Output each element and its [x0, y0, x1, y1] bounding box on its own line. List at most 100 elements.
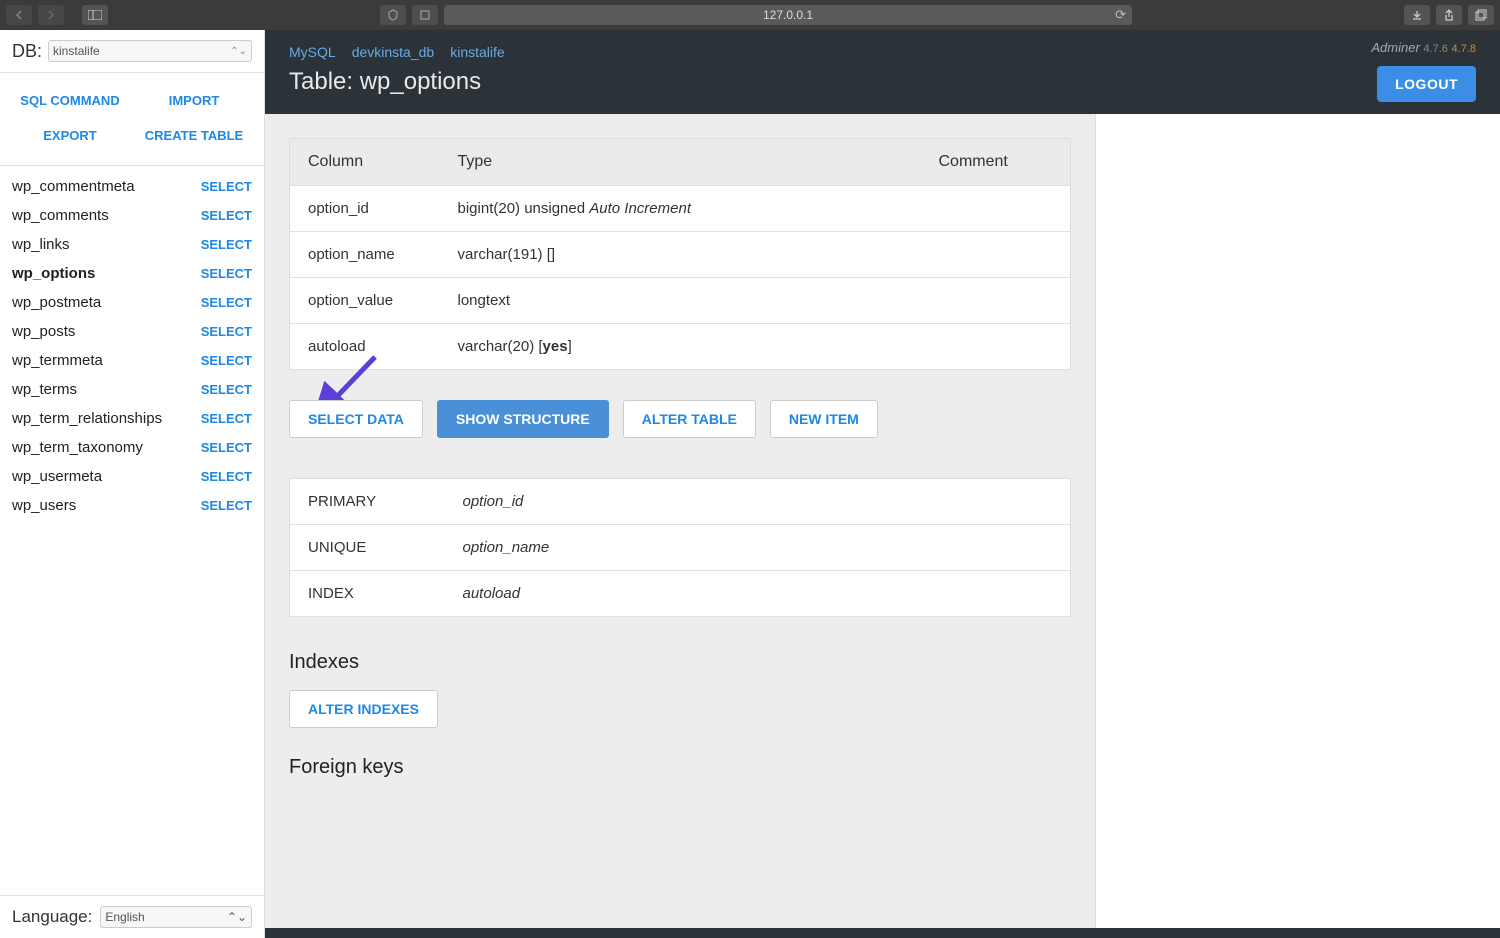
- db-select-value: kinstalife: [53, 44, 100, 58]
- right-pane: [1095, 114, 1500, 928]
- column-row: option_valuelongtext: [290, 278, 1071, 324]
- privacy-icon[interactable]: [412, 5, 438, 25]
- table-name-link[interactable]: wp_postmeta: [12, 294, 101, 311]
- index-row: INDEXautoload: [290, 571, 1071, 617]
- table-row: wp_comments SELECT: [0, 201, 264, 230]
- breadcrumb-link[interactable]: devkinsta_db: [352, 44, 435, 60]
- sidebar-toggle-button[interactable]: [82, 5, 108, 25]
- table-name-link[interactable]: wp_comments: [12, 207, 109, 224]
- alter-indexes-button[interactable]: ALTER INDEXES: [289, 690, 438, 728]
- db-label: DB:: [12, 41, 42, 62]
- index-type: PRIMARY: [290, 479, 445, 525]
- url-text: 127.0.0.1: [763, 8, 813, 22]
- table-select-link[interactable]: SELECT: [201, 179, 252, 194]
- reload-icon[interactable]: ⟳: [1115, 7, 1126, 23]
- foreign-keys-heading: Foreign keys: [289, 756, 1071, 779]
- table-name-link[interactable]: wp_term_taxonomy: [12, 439, 143, 456]
- sql-command-link[interactable]: SQL COMMAND: [8, 83, 132, 118]
- table-name-link[interactable]: wp_posts: [12, 323, 75, 340]
- breadcrumb-link[interactable]: MySQL: [289, 44, 336, 60]
- index-row: UNIQUEoption_name: [290, 525, 1071, 571]
- table-name-link[interactable]: wp_options: [12, 265, 95, 282]
- table-name-link[interactable]: wp_usermeta: [12, 468, 102, 485]
- footer-bar: [265, 928, 1500, 938]
- index-columns: option_name: [445, 525, 1071, 571]
- column-comment: [921, 324, 1071, 370]
- column-type: varchar(20) [yes]: [440, 324, 921, 370]
- select-data-button[interactable]: SELECT DATA: [289, 400, 423, 438]
- url-bar[interactable]: 127.0.0.1 ⟳: [444, 5, 1132, 25]
- table-row: wp_options SELECT: [0, 259, 264, 288]
- breadcrumb-link[interactable]: kinstalife: [450, 44, 504, 60]
- create-table-link[interactable]: CREATE TABLE: [132, 118, 256, 153]
- tabs-icon[interactable]: [1468, 5, 1494, 25]
- alter-table-button[interactable]: ALTER TABLE: [623, 400, 756, 438]
- table-name-link[interactable]: wp_termmeta: [12, 352, 103, 369]
- table-row: wp_termmeta SELECT: [0, 346, 264, 375]
- column-comment: [921, 186, 1071, 232]
- forward-button[interactable]: [38, 5, 64, 25]
- table-row: wp_term_relationships SELECT: [0, 404, 264, 433]
- logout-button[interactable]: LOGOUT: [1377, 66, 1476, 102]
- sidebar: DB: kinstalife ⌃⌄ SQL COMMAND IMPORT EXP…: [0, 30, 265, 938]
- table-name-link[interactable]: wp_terms: [12, 381, 77, 398]
- language-value: English: [105, 910, 144, 924]
- table-select-link[interactable]: SELECT: [201, 295, 252, 310]
- table-list: wp_commentmetaSELECTwp_commentsSELECTwp_…: [0, 166, 264, 895]
- chevron-updown-icon: ⌃⌄: [230, 46, 247, 57]
- page-title: Table: wp_options: [289, 68, 1476, 96]
- column-row: autoloadvarchar(20) [yes]: [290, 324, 1071, 370]
- col-header-type: Type: [440, 139, 921, 186]
- table-select-link[interactable]: SELECT: [201, 353, 252, 368]
- language-label: Language:: [12, 907, 92, 927]
- indexes-heading: Indexes: [289, 651, 1071, 674]
- table-name-link[interactable]: wp_term_relationships: [12, 410, 162, 427]
- language-select[interactable]: English ⌃⌄: [100, 906, 252, 928]
- column-name: autoload: [290, 324, 440, 370]
- table-select-link[interactable]: SELECT: [201, 440, 252, 455]
- browser-toolbar: 127.0.0.1 ⟳: [0, 0, 1500, 30]
- back-button[interactable]: [6, 5, 32, 25]
- table-select-link[interactable]: SELECT: [201, 266, 252, 281]
- table-select-link[interactable]: SELECT: [201, 382, 252, 397]
- table-row: wp_terms SELECT: [0, 375, 264, 404]
- index-type: UNIQUE: [290, 525, 445, 571]
- db-select[interactable]: kinstalife ⌃⌄: [48, 40, 252, 62]
- column-type: varchar(191) []: [440, 232, 921, 278]
- table-row: wp_commentmeta SELECT: [0, 172, 264, 201]
- shield-icon[interactable]: [380, 5, 406, 25]
- index-columns: option_id: [445, 479, 1071, 525]
- brand-badge: Adminer 4.7.6 4.7.8: [1371, 40, 1476, 55]
- column-name: option_id: [290, 186, 440, 232]
- breadcrumb: MySQL devkinsta_db kinstalife: [289, 44, 1476, 60]
- main: Adminer 4.7.6 4.7.8 MySQL devkinsta_db kin…: [265, 30, 1500, 938]
- show-structure-button[interactable]: SHOW STRUCTURE: [437, 400, 609, 438]
- import-link[interactable]: IMPORT: [132, 83, 256, 118]
- table-row: wp_posts SELECT: [0, 317, 264, 346]
- table-select-link[interactable]: SELECT: [201, 469, 252, 484]
- language-row: Language: English ⌃⌄: [0, 895, 264, 938]
- column-type: bigint(20) unsigned Auto Increment: [440, 186, 921, 232]
- column-comment: [921, 232, 1071, 278]
- table-select-link[interactable]: SELECT: [201, 208, 252, 223]
- table-select-link[interactable]: SELECT: [201, 324, 252, 339]
- table-select-link[interactable]: SELECT: [201, 411, 252, 426]
- indexes-table: PRIMARYoption_idUNIQUEoption_nameINDEXau…: [289, 478, 1071, 617]
- brand-version: 4.7.6: [1423, 43, 1447, 55]
- table-select-link[interactable]: SELECT: [201, 498, 252, 513]
- table-select-link[interactable]: SELECT: [201, 237, 252, 252]
- col-header-column: Column: [290, 139, 440, 186]
- content: Column Type Comment option_idbigint(20) …: [265, 114, 1095, 928]
- new-item-button[interactable]: NEW ITEM: [770, 400, 878, 438]
- download-icon[interactable]: [1404, 5, 1430, 25]
- table-name-link[interactable]: wp_links: [12, 236, 70, 253]
- table-row: wp_links SELECT: [0, 230, 264, 259]
- export-link[interactable]: EXPORT: [8, 118, 132, 153]
- table-row: wp_term_taxonomy SELECT: [0, 433, 264, 462]
- db-selector-row: DB: kinstalife ⌃⌄: [0, 30, 264, 73]
- table-name-link[interactable]: wp_commentmeta: [12, 178, 135, 195]
- share-icon[interactable]: [1436, 5, 1462, 25]
- table-name-link[interactable]: wp_users: [12, 497, 76, 514]
- brand-version-new: 4.7.8: [1452, 43, 1476, 55]
- sidebar-actions: SQL COMMAND IMPORT EXPORT CREATE TABLE: [0, 73, 264, 166]
